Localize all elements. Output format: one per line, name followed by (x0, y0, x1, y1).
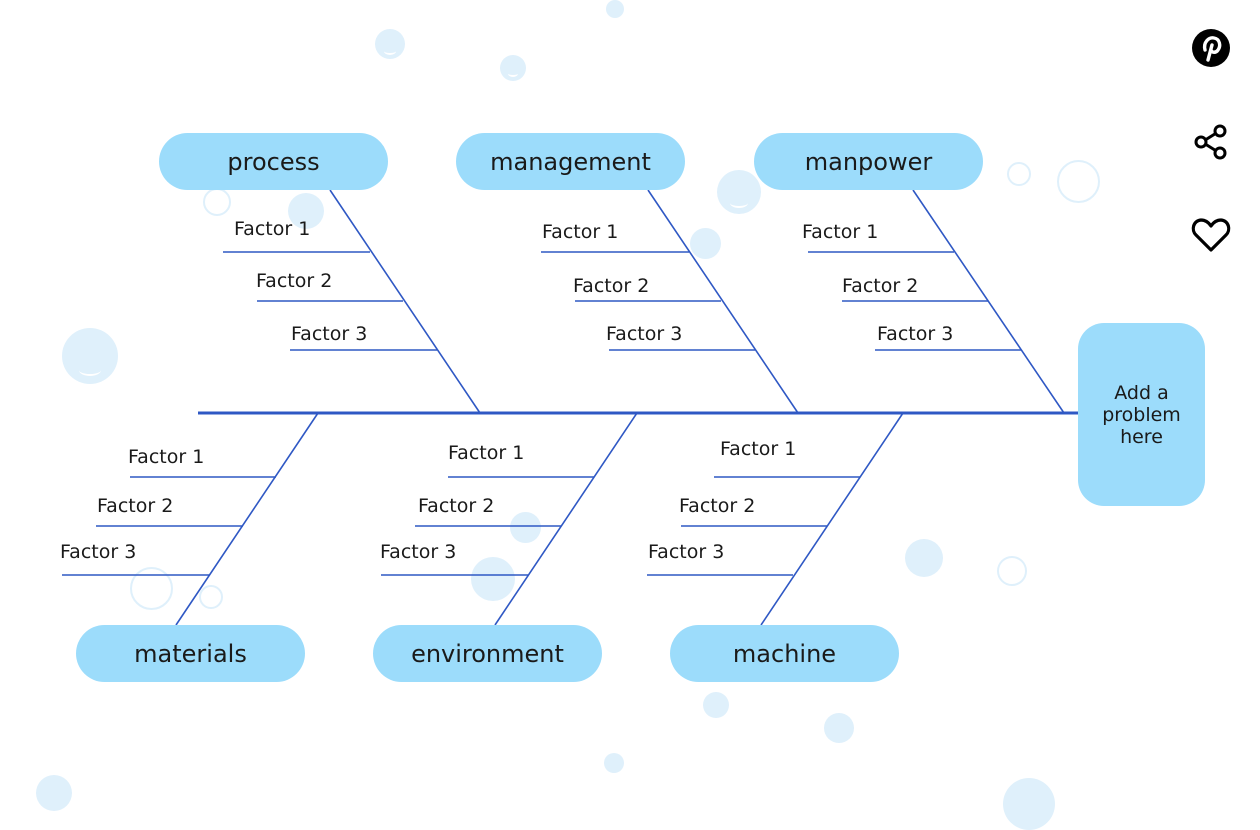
factor-label[interactable]: Factor 2 (842, 275, 918, 297)
category-label: machine (732, 639, 837, 668)
factor-label[interactable]: Factor 3 (606, 323, 682, 345)
factor-label[interactable]: Factor 3 (291, 323, 367, 345)
factor-label[interactable]: Factor 3 (380, 541, 456, 563)
category-box-manpower[interactable]: manpower (754, 133, 983, 190)
factor-label[interactable]: Factor 3 (877, 323, 953, 345)
share-icon (1194, 124, 1227, 160)
factor-label[interactable]: Factor 2 (418, 495, 494, 517)
heart-icon (1191, 218, 1231, 252)
factor-label[interactable]: Factor 1 (802, 221, 878, 243)
category-box-management[interactable]: management (456, 133, 685, 190)
category-label: manpower (804, 147, 933, 176)
favorite-button[interactable] (1189, 213, 1233, 257)
category-box-environment[interactable]: environment (373, 625, 602, 682)
problem-box[interactable]: Add a problem here (1078, 323, 1205, 506)
problem-label: Add a problem here (1102, 381, 1181, 448)
factor-label[interactable]: Factor 3 (60, 541, 136, 563)
factor-label[interactable]: Factor 2 (573, 275, 649, 297)
factor-label[interactable]: Factor 1 (128, 446, 204, 468)
factor-label[interactable]: Factor 2 (679, 495, 755, 517)
category-label: management (490, 147, 651, 176)
factor-label[interactable]: Factor 1 (448, 442, 524, 464)
category-label: materials (134, 639, 247, 668)
bone-materials (175, 412, 319, 626)
factor-label[interactable]: Factor 2 (256, 270, 332, 292)
factor-label[interactable]: Factor 2 (97, 495, 173, 517)
fishbone-lines (62, 189, 1078, 626)
category-box-machine[interactable]: machine (670, 625, 899, 682)
factor-label[interactable]: Factor 3 (648, 541, 724, 563)
factor-label[interactable]: Factor 1 (720, 438, 796, 460)
factor-label[interactable]: Factor 1 (542, 221, 618, 243)
category-label: environment (411, 639, 564, 668)
category-box-materials[interactable]: materials (76, 625, 305, 682)
pinterest-icon (1192, 29, 1230, 67)
category-box-process[interactable]: process (159, 133, 388, 190)
pinterest-button[interactable] (1189, 26, 1233, 70)
factor-label[interactable]: Factor 1 (234, 218, 310, 240)
category-label: process (227, 147, 320, 176)
share-button[interactable] (1189, 120, 1233, 164)
